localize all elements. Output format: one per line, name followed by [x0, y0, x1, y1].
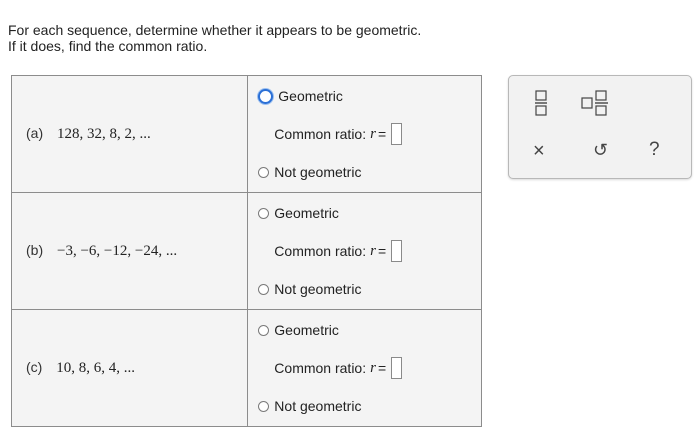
sequence-cell: (c) 10, 8, 6, 4, ... [10, 309, 249, 427]
option-geometric[interactable]: Geometric [258, 322, 339, 338]
table-row: (c) 10, 8, 6, 4, ... Geometric Common ra… [10, 309, 482, 427]
fraction-icon[interactable] [535, 90, 547, 121]
option-label: Not geometric [274, 281, 362, 297]
option-label: Geometric [278, 88, 343, 104]
common-ratio-label: Common ratio: [274, 243, 367, 259]
option-not-geometric[interactable]: Not geometric [258, 398, 361, 414]
option-label: Geometric [274, 322, 339, 338]
sequence-terms: 128, 32, 8, 2, ... [57, 126, 151, 142]
common-ratio-row: Common ratio: r = [274, 357, 403, 379]
instructions: For each sequence, determine whether it … [8, 22, 421, 54]
radio-button[interactable] [258, 400, 270, 412]
option-geometric[interactable]: Geometric [258, 88, 343, 104]
sequence-terms: −3, −6, −12, −24, ... [57, 243, 178, 259]
part-label: (c) [26, 359, 43, 375]
undo-icon[interactable]: ↺ [593, 140, 608, 161]
option-not-geometric[interactable]: Not geometric [258, 281, 361, 297]
option-not-geometric[interactable]: Not geometric [258, 164, 361, 180]
question-table: (a) 128, 32, 8, 2, ... Geometric Common … [10, 75, 482, 427]
clear-icon[interactable]: × [533, 140, 545, 163]
part-label: (b) [26, 242, 44, 258]
equals-sign: = [377, 126, 387, 142]
option-geometric[interactable]: Geometric [258, 205, 339, 221]
common-ratio-row: Common ratio: r = [274, 123, 403, 145]
radio-button[interactable] [258, 166, 270, 178]
common-ratio-row: Common ratio: r = [274, 240, 403, 262]
radio-button-selected[interactable] [258, 88, 274, 104]
equals-sign: = [377, 243, 387, 259]
mixed-number-icon[interactable] [581, 90, 609, 121]
sequence-cell: (a) 128, 32, 8, 2, ... [10, 75, 249, 193]
sequence-cell: (b) −3, −6, −12, −24, ... [10, 192, 249, 310]
part-label: (a) [26, 125, 44, 141]
table-row: (b) −3, −6, −12, −24, ... Geometric Comm… [10, 192, 482, 310]
ratio-answer-box[interactable] [391, 240, 403, 262]
ratio-answer-box[interactable] [391, 357, 403, 379]
help-icon[interactable]: ? [649, 139, 660, 161]
table-row: (a) 128, 32, 8, 2, ... Geometric Common … [10, 75, 482, 193]
option-label: Not geometric [274, 164, 362, 180]
sequence-terms: 10, 8, 6, 4, ... [56, 360, 135, 376]
option-label: Not geometric [274, 398, 362, 414]
instructions-line-2: If it does, find the common ratio. [8, 38, 208, 54]
ratio-answer-box[interactable] [391, 123, 403, 145]
ratio-variable: r [370, 125, 376, 142]
math-toolbox: × ↺ ? [508, 75, 692, 179]
equals-sign: = [377, 360, 387, 376]
radio-button[interactable] [258, 324, 270, 336]
radio-button[interactable] [258, 207, 270, 219]
common-ratio-label: Common ratio: [274, 126, 367, 142]
options-cell: Geometric Common ratio: r = Not geometri… [247, 192, 482, 310]
radio-button[interactable] [258, 283, 270, 295]
instructions-line-1: For each sequence, determine whether it … [8, 22, 422, 38]
options-cell: Geometric Common ratio: r = Not geometri… [247, 309, 482, 427]
common-ratio-label: Common ratio: [274, 360, 367, 376]
option-label: Geometric [274, 205, 339, 221]
options-cell: Geometric Common ratio: r = Not geometri… [247, 75, 482, 193]
ratio-variable: r [370, 242, 376, 259]
ratio-variable: r [370, 359, 376, 376]
